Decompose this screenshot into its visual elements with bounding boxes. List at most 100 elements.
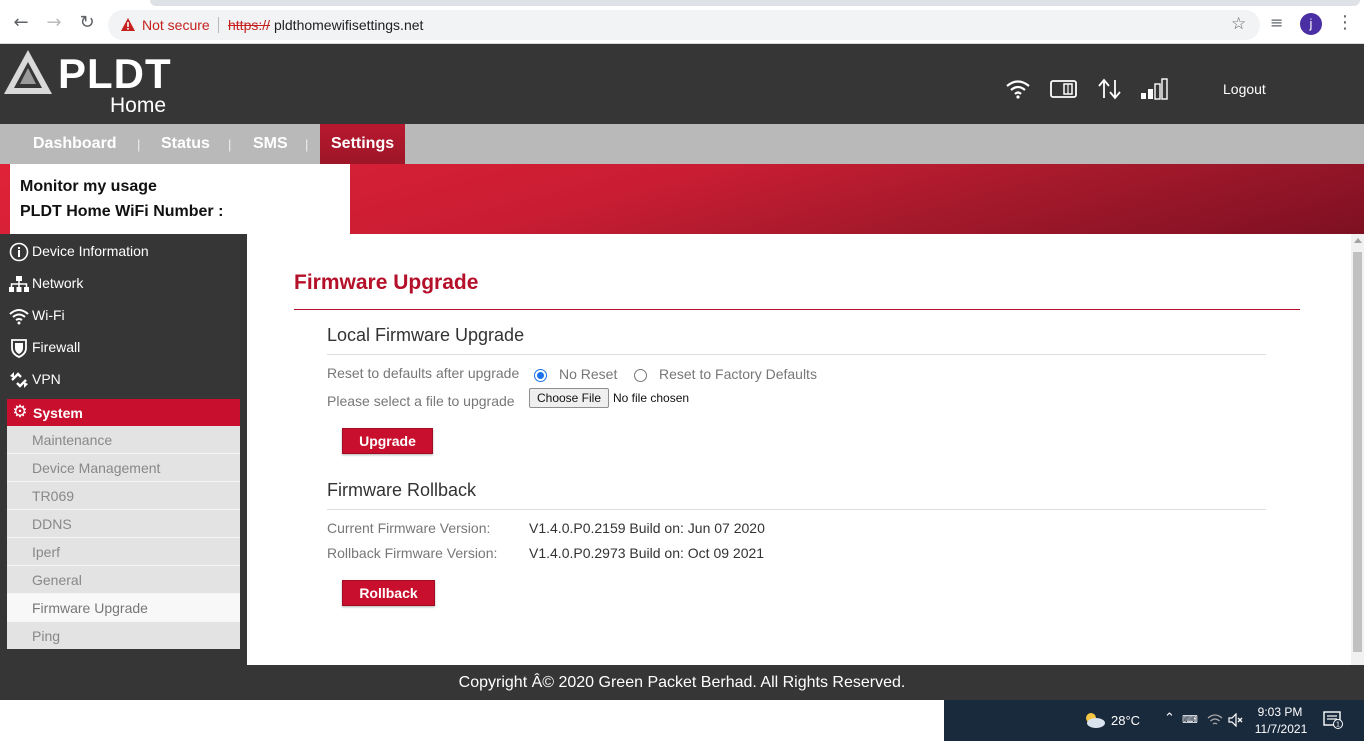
factory-reset-radio[interactable]	[634, 369, 647, 382]
tab-sms[interactable]: SMS	[253, 124, 288, 164]
choose-file-button[interactable]: Choose File	[529, 388, 609, 408]
wifi-number-label: PLDT Home WiFi Number :	[20, 203, 224, 220]
current-version-label: Current Firmware Version:	[327, 520, 491, 536]
warning-icon	[121, 18, 135, 31]
reset-label: Reset to defaults after upgrade	[327, 365, 520, 381]
reload-icon[interactable]: ↻	[76, 12, 98, 34]
sidebar-item-label: Device Information	[32, 243, 149, 259]
local-upgrade-title: Local Firmware Upgrade	[327, 325, 525, 345]
submenu-item-maintenance[interactable]: Maintenance	[7, 426, 240, 454]
gear-icon: ⚙	[12, 402, 28, 422]
pldt-logo-icon	[4, 50, 52, 94]
submenu-item-ping[interactable]: Ping	[7, 622, 240, 649]
router-header: PLDT Home Logout	[0, 44, 1364, 124]
rollback-title: Firmware Rollback	[327, 480, 477, 500]
factory-reset-label[interactable]: Reset to Factory Defaults	[659, 366, 817, 382]
upgrade-button[interactable]: Upgrade	[342, 428, 433, 454]
system-submenu: Maintenance Device Management TR069 DDNS…	[7, 426, 240, 649]
scroll-thumb[interactable]	[1353, 252, 1362, 652]
notification-center-icon[interactable]: 1	[1323, 711, 1343, 729]
profile-avatar[interactable]: j	[1300, 13, 1322, 35]
volume-muted-icon[interactable]	[1228, 713, 1244, 727]
logout-link[interactable]: Logout	[1223, 81, 1266, 97]
submenu-item-ddns[interactable]: DDNS	[7, 510, 240, 538]
clock-date[interactable]: 11/7/2021	[1251, 722, 1311, 736]
wifi-icon	[9, 309, 29, 325]
page-title: Firmware Upgrade	[294, 271, 479, 294]
sidebar-item-system[interactable]: ⚙ System	[7, 399, 240, 426]
url-scheme: https://	[228, 17, 271, 33]
submenu-item-device-management[interactable]: Device Management	[7, 454, 240, 482]
current-version-value: V1.4.0.P0.2159 Build on: Jun 07 2020	[529, 520, 765, 536]
sidebar-item-label: Firewall	[32, 339, 81, 355]
section-divider	[327, 509, 1266, 510]
info-icon	[9, 242, 29, 262]
sidebar-item-label: VPN	[32, 371, 61, 387]
rollback-version-value: V1.4.0.P0.2973 Build on: Oct 09 2021	[529, 545, 765, 561]
tab-separator: |	[137, 137, 141, 152]
signal-strength-icon	[1141, 78, 1168, 100]
media-queue-icon[interactable]: ≡	[1270, 13, 1283, 32]
file-select-label: Please select a file to upgrade	[327, 393, 515, 409]
submenu-item-iperf[interactable]: Iperf	[7, 538, 240, 566]
weather-cloud-icon[interactable]	[1082, 711, 1106, 729]
tab-status[interactable]: Status	[161, 124, 210, 164]
title-divider	[294, 309, 1300, 310]
tab-separator: |	[305, 137, 309, 152]
tab-strip	[150, 0, 1360, 6]
account-info-panel: Monitor my usage PLDT Home WiFi Number :	[10, 164, 350, 234]
submenu-item-label: General	[32, 572, 82, 588]
wifi-status-icon	[1006, 80, 1030, 99]
scroll-up-arrow-icon[interactable]	[1354, 238, 1362, 243]
submenu-item-tr069[interactable]: TR069	[7, 482, 240, 510]
url-host: pldthomewifisettings.net	[274, 17, 424, 33]
tab-dashboard[interactable]: Dashboard	[33, 124, 117, 164]
file-status: No file chosen	[613, 391, 690, 405]
footer: Copyright Â© 2020 Green Packet Berhad. A…	[0, 665, 1364, 700]
sidebar-item-label: Wi-Fi	[32, 307, 65, 323]
main-nav: Dashboard | Status | SMS | Settings	[0, 124, 1364, 164]
browser-toolbar: ← → ↻ Not secure https:// pldthomewifise…	[0, 0, 1364, 44]
submenu-item-firmware-upgrade[interactable]: Firmware Upgrade	[7, 594, 240, 622]
submenu-item-label: Device Management	[32, 460, 161, 476]
address-bar[interactable]: Not secure https:// pldthomewifisettings…	[108, 10, 1260, 40]
submenu-item-label: Iperf	[32, 544, 61, 560]
rollback-version-label: Rollback Firmware Version:	[327, 545, 498, 561]
network-wifi-icon[interactable]	[1207, 713, 1223, 727]
vpn-icon	[10, 372, 28, 388]
submenu-item-general[interactable]: General	[7, 566, 240, 594]
brand-subtitle: Home	[110, 94, 167, 117]
main-content: Firmware Upgrade Local Firmware Upgrade …	[247, 234, 1351, 665]
page-scrollbar[interactable]	[1351, 234, 1364, 665]
security-status[interactable]: Not secure	[142, 17, 210, 33]
no-reset-label[interactable]: No Reset	[559, 366, 617, 382]
no-reset-radio[interactable]	[534, 369, 547, 382]
clock-time[interactable]: 9:03 PM	[1255, 705, 1305, 719]
submenu-item-label: Ping	[32, 628, 61, 644]
banner: Monitor my usage PLDT Home WiFi Number :	[0, 164, 1364, 234]
submenu-item-label: TR069	[32, 488, 75, 504]
submenu-item-label: DDNS	[32, 516, 72, 532]
sidebar-item-label: System	[33, 405, 83, 421]
copyright-text: Copyright Â© 2020 Green Packet Berhad. A…	[458, 674, 906, 691]
data-transfer-icon	[1098, 78, 1121, 100]
shield-icon	[11, 339, 27, 358]
bookmark-star-icon[interactable]: ☆	[1231, 14, 1246, 34]
temperature[interactable]: 28°C	[1111, 713, 1140, 728]
rollback-button[interactable]: Rollback	[342, 580, 435, 606]
tab-separator: |	[228, 137, 232, 152]
sim-card-icon	[1050, 80, 1077, 98]
sidebar: Device Information Network Wi-Fi Firewal…	[0, 234, 247, 665]
monitor-usage-link[interactable]: Monitor my usage	[20, 178, 157, 196]
keyboard-icon[interactable]: ⌨	[1182, 713, 1198, 726]
tab-settings[interactable]: Settings	[320, 124, 406, 164]
section-divider	[327, 354, 1266, 355]
submenu-item-label: Firmware Upgrade	[32, 600, 148, 616]
sidebar-item-label: Network	[32, 275, 84, 291]
chevron-up-icon[interactable]: ⌃	[1164, 711, 1175, 726]
forward-arrow-icon[interactable]: →	[43, 12, 65, 34]
browser-menu-icon[interactable]: ⋮	[1336, 12, 1354, 33]
notification-count: 1	[1336, 722, 1340, 729]
brand-logo: PLDT	[58, 50, 172, 97]
back-arrow-icon[interactable]: ←	[10, 12, 32, 34]
